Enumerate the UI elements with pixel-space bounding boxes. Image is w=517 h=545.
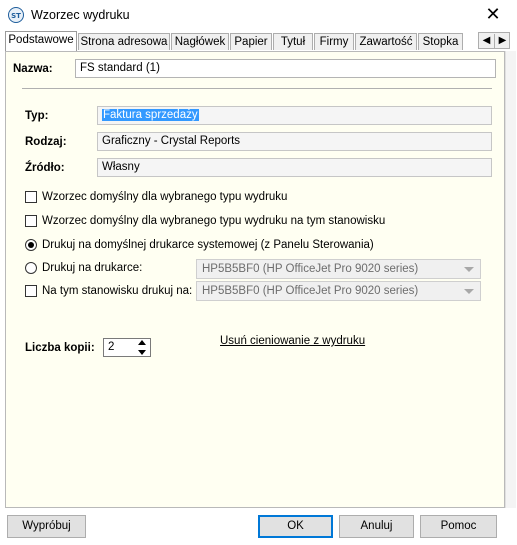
print-on-label[interactable]: Drukuj na drukarce: <box>42 262 142 274</box>
print-default-label[interactable]: Drukuj na domyślnej drukarce systemowej … <box>42 239 374 251</box>
zrodlo-field[interactable]: Własny <box>97 158 492 177</box>
tab-naglowek[interactable]: Nagłówek <box>171 33 229 50</box>
tab-strip: Podstawowe Strona adresowa Nagłówek Papi… <box>5 31 515 51</box>
chevron-down-icon <box>464 289 474 294</box>
tab-podstawowe[interactable]: Podstawowe <box>5 31 77 51</box>
chevron-down-icon <box>464 267 474 272</box>
panel-edge <box>505 51 516 508</box>
tab-tytul[interactable]: Tytuł <box>273 33 313 50</box>
svg-text:ST: ST <box>11 12 21 20</box>
station-printer-select[interactable]: HP5B5BF0 (HP OfficeJet Pro 9020 series) <box>196 281 481 301</box>
rodzaj-field[interactable]: Graficzny - Crystal Reports <box>97 132 492 151</box>
typ-field[interactable]: Faktura sprzedaży <box>97 106 492 125</box>
remove-shading-link[interactable]: Usuń cieniowanie z wydruku <box>220 335 365 347</box>
tab-firmy[interactable]: Firmy <box>314 33 354 50</box>
test-print-button[interactable]: Wypróbuj <box>7 515 86 538</box>
tab-scroll-left-icon[interactable]: ◀ <box>479 34 494 49</box>
copies-label: Liczba kopii: <box>25 342 95 354</box>
tab-stopka[interactable]: Stopka <box>418 33 463 50</box>
tab-zawartosc[interactable]: Zawartość <box>355 33 417 50</box>
separator <box>22 88 492 89</box>
station-printer-select-value: HP5B5BF0 (HP OfficeJet Pro 9020 series) <box>202 285 419 297</box>
rodzaj-label: Rodzaj: <box>25 136 67 148</box>
print-on-radio[interactable] <box>25 262 37 274</box>
tab-scroll-arrows: ◀ ▶ <box>478 32 510 49</box>
tab-papier[interactable]: Papier <box>230 33 272 50</box>
tab-strona-adresowa[interactable]: Strona adresowa <box>78 33 170 50</box>
default-type-station-label[interactable]: Wzorzec domyślny dla wybranego typu wydr… <box>42 215 385 227</box>
typ-label: Typ: <box>25 110 49 122</box>
default-type-label[interactable]: Wzorzec domyślny dla wybranego typu wydr… <box>42 191 287 203</box>
printer-select-value: HP5B5BF0 (HP OfficeJet Pro 9020 series) <box>202 263 419 275</box>
printer-select[interactable]: HP5B5BF0 (HP OfficeJet Pro 9020 series) <box>196 259 481 279</box>
title-bar: ST Wzorzec wydruku ✕ <box>0 0 517 30</box>
default-type-station-checkbox[interactable] <box>25 215 37 227</box>
default-type-checkbox[interactable] <box>25 191 37 203</box>
nazwa-label: Nazwa: <box>13 63 53 75</box>
zrodlo-label: Źródło: <box>25 162 65 174</box>
close-icon[interactable]: ✕ <box>483 4 503 24</box>
nazwa-input[interactable]: FS standard (1) <box>75 59 496 78</box>
help-button[interactable]: Pomoc <box>420 515 497 538</box>
station-print-label[interactable]: Na tym stanowisku drukuj na: <box>42 285 192 297</box>
station-print-checkbox[interactable] <box>25 285 37 297</box>
app-icon: ST <box>8 7 24 23</box>
typ-value: Faktura sprzedaży <box>102 109 199 121</box>
print-default-radio[interactable] <box>25 239 37 251</box>
window-title: Wzorzec wydruku <box>31 8 130 22</box>
spin-up-icon[interactable] <box>135 339 149 347</box>
spin-down-icon[interactable] <box>135 348 149 356</box>
cancel-button[interactable]: Anuluj <box>339 515 414 538</box>
tab-scroll-right-icon[interactable]: ▶ <box>494 34 510 49</box>
ok-button[interactable]: OK <box>258 515 333 538</box>
